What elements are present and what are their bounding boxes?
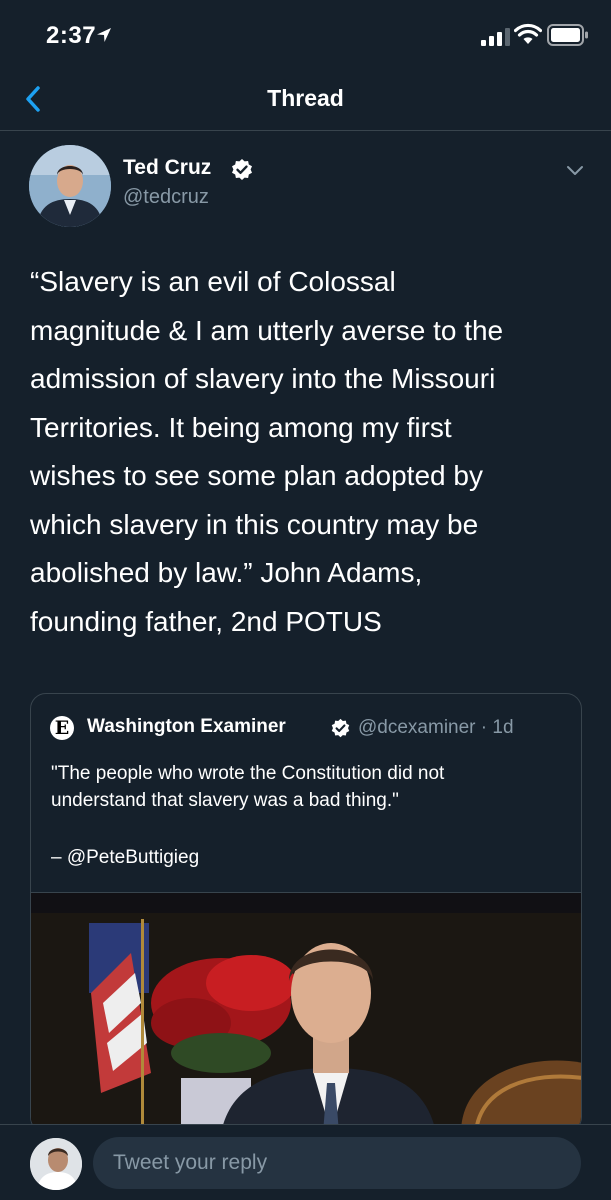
- quoted-tweet-card[interactable]: E Washington Examiner @dcexaminer · 1d "…: [30, 693, 582, 1133]
- author-handle[interactable]: @tedcruz: [123, 186, 209, 209]
- user-avatar-image: [30, 1138, 82, 1190]
- status-bar: 2:37: [0, 0, 611, 70]
- tweet-text-line: wishes to see some plan adopted by: [30, 460, 483, 491]
- quoted-text-line: understand that slavery was a bad thing.…: [51, 790, 399, 811]
- status-time: 2:37: [46, 22, 97, 49]
- reply-bar: [0, 1124, 611, 1200]
- page-title: Thread: [267, 85, 344, 111]
- avatar[interactable]: [29, 145, 111, 227]
- user-avatar[interactable]: [30, 1138, 82, 1190]
- quoted-attribution: – @PeteButtigieg: [51, 847, 200, 868]
- tweet-text-line: admission of slavery into the Missouri: [30, 363, 496, 394]
- tweet-text-line: which slavery in this country may be: [30, 508, 479, 540]
- quoted-media-image[interactable]: [31, 892, 581, 1132]
- tweet-text-line: founding father, 2nd POTUS: [30, 605, 382, 637]
- tweet-text-line: abolished by law.” John Adams,: [30, 557, 423, 588]
- quoted-avatar: E: [50, 716, 74, 740]
- quoted-text-line: "The people who wrote the Constitution d…: [51, 763, 445, 784]
- tweet-author: Ted Cruz @tedcruz: [0, 131, 611, 241]
- verified-badge-icon: [331, 718, 350, 738]
- verified-badge-icon: [232, 159, 252, 180]
- quoted-author-name: Washington Examiner: [87, 716, 286, 737]
- signal-icon: [481, 28, 510, 46]
- tweet-text-line: magnitude & I am utterly averse to the: [30, 314, 504, 346]
- nav-bar: Thread: [0, 70, 611, 131]
- quoted-handle-time: @dcexaminer · 1d: [358, 717, 514, 738]
- reply-input[interactable]: [93, 1137, 581, 1189]
- tweet-text: “Slavery is an evil of Colossal magnitud…: [30, 258, 590, 646]
- chevron-down-icon[interactable]: [565, 163, 585, 179]
- wifi-icon: [514, 23, 542, 44]
- video-still: [31, 893, 581, 1132]
- tweet-text-line: Territories. It being among my first: [30, 411, 452, 443]
- author-name[interactable]: Ted Cruz: [123, 156, 211, 180]
- avatar-image: [29, 145, 111, 227]
- battery-icon: [547, 24, 588, 46]
- tweet-text-line: “Slavery is an evil of Colossal: [30, 266, 396, 297]
- location-arrow-icon: [97, 28, 111, 42]
- quoted-text: "The people who wrote the Constitution d…: [51, 760, 571, 814]
